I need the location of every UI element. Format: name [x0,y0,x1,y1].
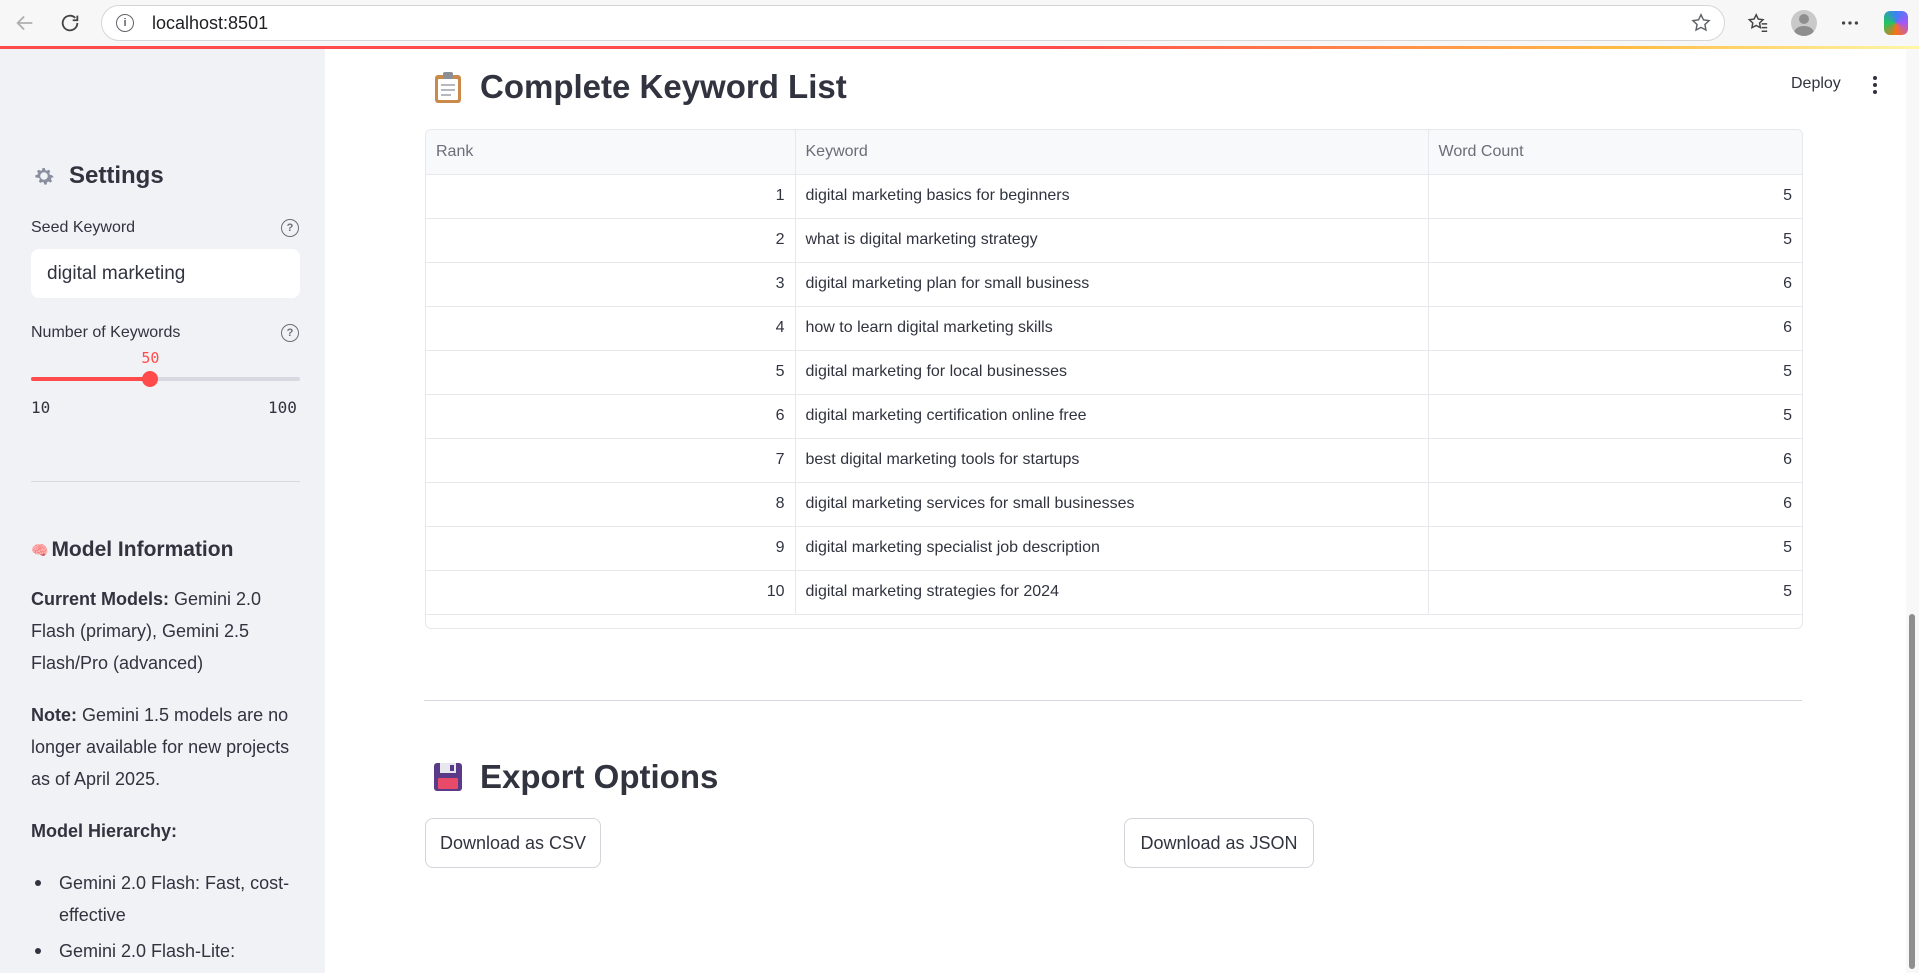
clipboard-icon [435,72,461,103]
cell-keyword[interactable]: digital marketing basics for beginners [795,174,1429,219]
cell-rank[interactable]: 8 [426,482,796,527]
table-row[interactable]: 3 digital marketing plan for small busine… [426,262,1802,307]
export-options-title: Export Options [480,758,719,795]
model-information-heading: 🧠 Model Information [31,538,233,562]
cell-keyword[interactable]: digital marketing specialist job descrip… [795,526,1429,571]
cell-rank[interactable]: 9 [426,526,796,571]
table-row[interactable]: 9 digital marketing specialist job descri… [426,526,1802,571]
model-hierarchy-title: Model Hierarchy: [31,821,178,841]
number-of-keywords-label: Number of Keywords [31,324,181,341]
cell-rank[interactable]: 6 [426,394,796,439]
main-menu-icon[interactable] [1872,76,1878,94]
more-options-icon[interactable] [1827,0,1873,46]
cell-word-count[interactable]: 5 [1428,174,1802,219]
profile-avatar[interactable] [1781,0,1827,46]
cell-keyword[interactable]: digital marketing certification online f… [795,394,1429,439]
keyword-list-heading: Complete Keyword List [432,68,847,106]
list-item: Gemini 2.0 Flash-Lite: [35,935,299,967]
help-icon[interactable]: ? [281,324,299,342]
current-models-text: Current Models: Gemini 2.0 Flash (primar… [31,583,301,679]
table-row[interactable]: 1 digital marketing basics for beginners 5 [426,174,1802,219]
current-models-label: Current Models: [31,589,170,609]
brain-icon: 🧠 [31,541,49,558]
cell-keyword[interactable]: digital marketing for local businesses [795,350,1429,395]
cell-keyword[interactable]: digital marketing plan for small busines… [795,262,1429,307]
keyword-list-title: Complete Keyword List [480,68,847,105]
cell-word-count[interactable]: 6 [1428,306,1802,351]
cell-word-count[interactable]: 5 [1428,218,1802,263]
cell-word-count[interactable]: 5 [1428,394,1802,439]
table-row[interactable]: 2 what is digital marketing strategy 5 [426,218,1802,263]
favorite-star-icon[interactable] [1690,12,1712,34]
settings-title: Settings [69,162,164,189]
export-options-heading: Export Options [432,758,718,796]
gear-icon [35,167,54,185]
column-header-keyword[interactable]: Keyword [795,130,1429,175]
cell-keyword[interactable]: digital marketing services for small bus… [795,482,1429,527]
floppy-disk-icon [434,763,462,791]
settings-heading: Settings [31,162,164,190]
table-row[interactable]: 8 digital marketing services for small bu… [426,482,1802,527]
cell-word-count[interactable]: 5 [1428,570,1802,615]
scrollbar-thumb[interactable] [1909,614,1915,969]
cell-rank[interactable]: 4 [426,306,796,351]
main-scrollbar[interactable] [1906,49,1919,973]
download-csv-button[interactable]: Download as CSV [425,818,601,868]
cell-rank[interactable]: 10 [426,570,796,615]
cell-word-count[interactable]: 5 [1428,526,1802,571]
table-row[interactable]: 10 digital marketing strategies for 2024 5 [426,570,1802,615]
slider-max: 100 [268,398,297,417]
cell-keyword[interactable]: what is digital marketing strategy [795,218,1429,263]
table-row[interactable]: 5 digital marketing for local businesses 5 [426,350,1802,395]
table-row[interactable]: 7 best digital marketing tools for startu… [426,438,1802,483]
cell-rank[interactable]: 7 [426,438,796,483]
download-json-button[interactable]: Download as JSON [1124,818,1314,868]
note-label: Note: [31,705,77,725]
number-of-keywords-slider[interactable] [31,371,300,387]
table-header-row: Rank Keyword Word Count [426,130,1802,175]
model-hierarchy-label: Model Hierarchy: [31,815,301,847]
table-row[interactable]: 4 how to learn digital marketing skills 6 [426,306,1802,351]
seed-keyword-label: Seed Keyword [31,219,136,236]
cell-keyword[interactable]: digital marketing strategies for 2024 [795,570,1429,615]
cell-word-count[interactable]: 6 [1428,438,1802,483]
column-header-rank[interactable]: Rank [426,130,796,175]
cell-rank[interactable]: 3 [426,262,796,307]
cell-rank[interactable]: 1 [426,174,796,219]
url-text: localhost:8501 [152,12,269,33]
table-row[interactable]: 6 digital marketing certification online … [426,394,1802,439]
cell-word-count[interactable]: 6 [1428,482,1802,527]
model-information-title: Model Information [51,538,234,561]
back-icon[interactable] [5,3,45,43]
slider-fill [31,377,151,381]
help-icon[interactable]: ? [281,219,299,237]
slider-value: 50 [141,349,160,367]
column-header-word-count[interactable]: Word Count [1428,130,1802,175]
cell-word-count[interactable]: 6 [1428,262,1802,307]
reload-icon[interactable] [50,3,90,43]
favorites-icon[interactable] [1735,0,1781,46]
cell-keyword[interactable]: best digital marketing tools for startup… [795,438,1429,483]
browser-actions [1735,0,1919,46]
note-text: Note: Gemini 1.5 models are no longer av… [31,699,301,795]
cell-rank[interactable]: 5 [426,350,796,395]
cell-rank[interactable]: 2 [426,218,796,263]
slider-min: 10 [31,398,51,417]
cell-word-count[interactable]: 5 [1428,350,1802,395]
address-bar[interactable]: i localhost:8501 [101,5,1725,41]
site-info-icon[interactable]: i [116,14,134,32]
section-divider [424,700,1802,701]
keyword-table[interactable]: Rank Keyword Word Count 1 digital marketi… [425,129,1803,629]
cell-keyword[interactable]: how to learn digital marketing skills [795,306,1429,351]
list-item: Gemini 2.0 Flash: Fast, cost-effective [35,867,299,931]
browser-toolbar: i localhost:8501 [0,0,1919,46]
model-hierarchy-list: Gemini 2.0 Flash: Fast, cost-effective G… [35,867,299,971]
seed-keyword-input[interactable]: digital marketing [31,249,300,298]
copilot-icon[interactable] [1873,0,1919,46]
sidebar-divider [31,481,300,482]
deploy-button[interactable]: Deploy [1791,75,1841,93]
